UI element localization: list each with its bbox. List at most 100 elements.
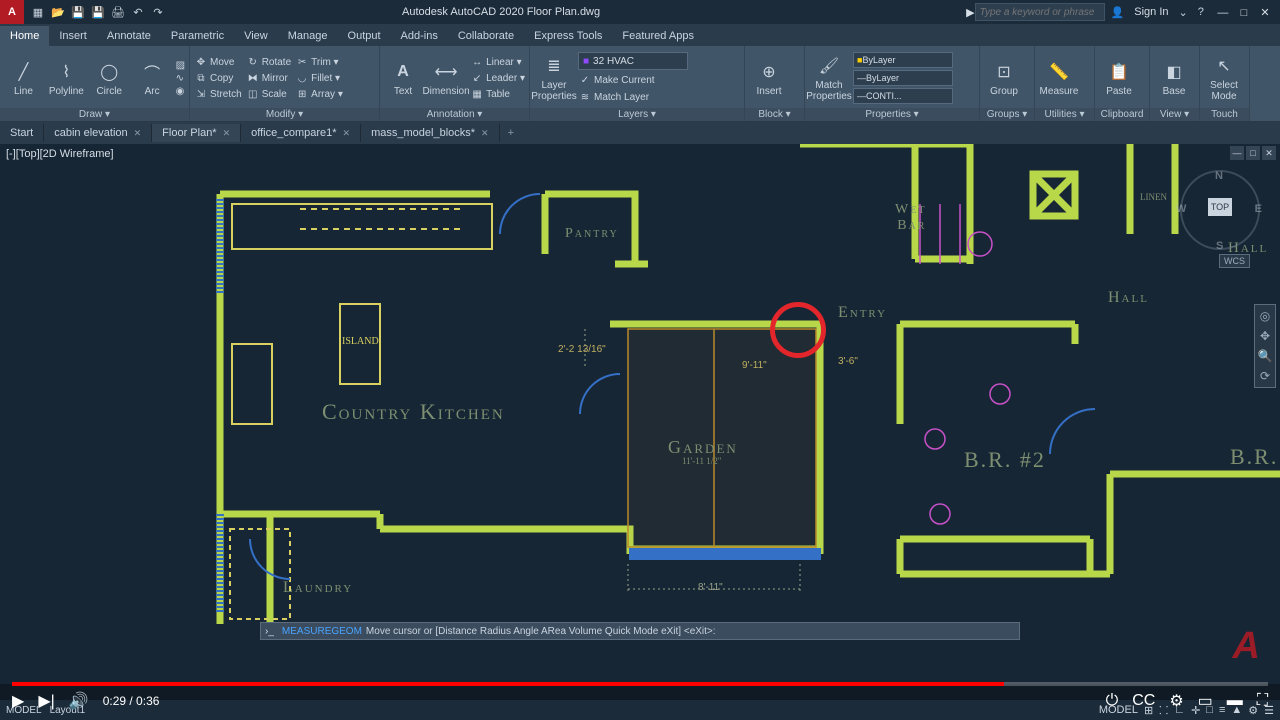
arc-button[interactable]: ⌒Arc bbox=[133, 60, 172, 97]
user-icon[interactable]: 👤 bbox=[1111, 6, 1125, 19]
tab-manage[interactable]: Manage bbox=[278, 26, 338, 46]
maximize-button[interactable]: □ bbox=[1235, 7, 1253, 19]
stretch-button[interactable]: ⇲Stretch bbox=[194, 87, 242, 101]
mirror-button[interactable]: ⧓Mirror bbox=[246, 71, 291, 85]
miniplayer-icon[interactable]: ▭ bbox=[1198, 691, 1213, 711]
panel-groups-label[interactable]: Groups ▾ bbox=[980, 108, 1034, 121]
tab-parametric[interactable]: Parametric bbox=[161, 26, 234, 46]
make-current-button[interactable]: ✓Make Current bbox=[578, 73, 688, 87]
file-tab-mass[interactable]: mass_model_blocks*✕ bbox=[361, 124, 499, 142]
linear-button[interactable]: ↔Linear ▾ bbox=[470, 55, 525, 69]
new-tab-button[interactable]: + bbox=[500, 127, 522, 139]
fullscreen-icon[interactable]: ⛶ bbox=[1257, 692, 1268, 710]
play-button[interactable]: ▶ bbox=[12, 691, 24, 711]
panel-view-label[interactable]: View ▾ bbox=[1150, 108, 1199, 121]
ellipse-icon[interactable]: ◉ bbox=[176, 86, 185, 97]
spline-icon[interactable]: ∿ bbox=[176, 73, 185, 84]
wcs-label[interactable]: WCS bbox=[1219, 254, 1250, 268]
rotate-button[interactable]: ↻Rotate bbox=[246, 55, 291, 69]
steering-wheel-icon[interactable]: ◎ bbox=[1260, 309, 1270, 323]
panel-utilities-label[interactable]: Utilities ▾ bbox=[1035, 108, 1094, 121]
file-tab-start[interactable]: Start bbox=[0, 124, 44, 142]
close-icon[interactable]: ✕ bbox=[343, 128, 351, 139]
panel-block-label[interactable]: Block ▾ bbox=[745, 108, 804, 121]
circle-button[interactable]: ◯Circle bbox=[90, 60, 129, 97]
close-icon[interactable]: ✕ bbox=[134, 128, 142, 139]
table-button[interactable]: ▦Table bbox=[470, 87, 525, 101]
tab-insert[interactable]: Insert bbox=[49, 26, 97, 46]
file-tab-floorplan[interactable]: Floor Plan*✕ bbox=[152, 124, 241, 142]
layer-dropdown[interactable]: ■32 HVAC bbox=[578, 52, 688, 70]
saveas-icon[interactable]: 💾 bbox=[90, 4, 106, 20]
settings-icon[interactable]: ⚙ bbox=[1169, 691, 1183, 711]
tab-output[interactable]: Output bbox=[338, 26, 391, 46]
share-icon[interactable]: ▶ bbox=[966, 6, 974, 19]
tab-addins[interactable]: Add-ins bbox=[391, 26, 448, 46]
close-icon[interactable]: ✕ bbox=[223, 128, 231, 139]
panel-draw-label[interactable]: Draw ▾ bbox=[0, 108, 189, 121]
polyline-button[interactable]: ⌇Polyline bbox=[47, 60, 86, 97]
tab-collaborate[interactable]: Collaborate bbox=[448, 26, 524, 46]
plot-icon[interactable]: 🖨 bbox=[110, 4, 126, 20]
search-input[interactable] bbox=[975, 3, 1105, 21]
move-button[interactable]: ✥Move bbox=[194, 55, 242, 69]
measure-button[interactable]: 📏Measure bbox=[1039, 60, 1079, 97]
line-button[interactable]: ╱Line bbox=[4, 60, 43, 97]
orbit-icon[interactable]: ⟳ bbox=[1260, 369, 1270, 383]
group-button[interactable]: ⊡Group bbox=[984, 60, 1024, 97]
undo-icon[interactable]: ↶ bbox=[130, 4, 146, 20]
leader-button[interactable]: ↙Leader ▾ bbox=[470, 71, 525, 85]
signin-link[interactable]: Sign In bbox=[1134, 6, 1168, 18]
tab-express[interactable]: Express Tools bbox=[524, 26, 612, 46]
pan-icon[interactable]: ✥ bbox=[1260, 329, 1270, 343]
app-logo[interactable]: A bbox=[0, 0, 24, 24]
linetype-dropdown[interactable]: — CONTI... bbox=[853, 88, 953, 104]
array-button[interactable]: ⊞Array ▾ bbox=[295, 87, 343, 101]
panel-modify-label[interactable]: Modify ▾ bbox=[190, 108, 379, 121]
autoplay-icon[interactable]: ⏻ bbox=[1106, 692, 1119, 710]
close-icon[interactable]: ✕ bbox=[481, 128, 489, 139]
text-button[interactable]: AText bbox=[384, 60, 422, 97]
panel-layers-label[interactable]: Layers ▾ bbox=[530, 108, 744, 121]
scale-button[interactable]: ◫Scale bbox=[246, 87, 291, 101]
view-cube-face[interactable]: TOP bbox=[1208, 198, 1232, 216]
copy-button[interactable]: ⧉Copy bbox=[194, 71, 242, 85]
color-dropdown[interactable]: ■ ByLayer bbox=[853, 52, 953, 68]
video-progress-bar[interactable] bbox=[12, 682, 1268, 686]
tab-home[interactable]: Home bbox=[0, 26, 49, 46]
file-tab-cabin[interactable]: cabin elevation✕ bbox=[44, 124, 152, 142]
panel-clipboard-label[interactable]: Clipboard bbox=[1095, 108, 1149, 121]
save-icon[interactable]: 💾 bbox=[70, 4, 86, 20]
minimize-button[interactable]: — bbox=[1214, 7, 1232, 19]
new-icon[interactable]: ▦ bbox=[30, 4, 46, 20]
hatch-icon[interactable]: ▨ bbox=[176, 60, 185, 71]
panel-touch-label[interactable]: Touch bbox=[1200, 108, 1249, 121]
view-cube[interactable]: N W E S TOP bbox=[1180, 170, 1260, 250]
tab-annotate[interactable]: Annotate bbox=[97, 26, 161, 46]
base-button[interactable]: ◧Base bbox=[1154, 60, 1194, 97]
open-icon[interactable]: 📂 bbox=[50, 4, 66, 20]
select-mode-button[interactable]: ↖Select Mode bbox=[1204, 54, 1244, 102]
captions-icon[interactable]: CC bbox=[1132, 692, 1155, 710]
app-exchange-icon[interactable]: ⌄ bbox=[1179, 6, 1188, 19]
zoom-icon[interactable]: 🔍 bbox=[1258, 349, 1273, 363]
tab-view[interactable]: View bbox=[234, 26, 278, 46]
drawing-canvas[interactable]: [-][Top][2D Wireframe] — □ ✕ bbox=[0, 144, 1280, 684]
file-tab-office[interactable]: office_compare1*✕ bbox=[241, 124, 361, 142]
fillet-button[interactable]: ◡Fillet ▾ bbox=[295, 71, 343, 85]
panel-properties-label[interactable]: Properties ▾ bbox=[805, 108, 979, 121]
next-button[interactable]: ▶| bbox=[38, 691, 54, 711]
dimension-button[interactable]: ⟷Dimension bbox=[426, 60, 466, 97]
tab-featured[interactable]: Featured Apps bbox=[612, 26, 704, 46]
redo-icon[interactable]: ↷ bbox=[150, 4, 166, 20]
command-line[interactable]: ›_ MEASUREGEOM Move cursor or [Distance … bbox=[260, 622, 1020, 640]
match-props-button[interactable]: 🖌Match Properties bbox=[809, 54, 849, 102]
lineweight-dropdown[interactable]: — ByLayer bbox=[853, 70, 953, 86]
help-icon[interactable]: ? bbox=[1198, 6, 1204, 18]
insert-button[interactable]: ⊕Insert bbox=[749, 60, 789, 97]
trim-button[interactable]: ✂Trim ▾ bbox=[295, 55, 343, 69]
close-button[interactable]: ✕ bbox=[1256, 6, 1274, 19]
theater-icon[interactable]: ▬ bbox=[1227, 692, 1243, 710]
volume-icon[interactable]: 🔊 bbox=[69, 691, 89, 711]
match-layer-button[interactable]: ≋Match Layer bbox=[578, 90, 688, 104]
